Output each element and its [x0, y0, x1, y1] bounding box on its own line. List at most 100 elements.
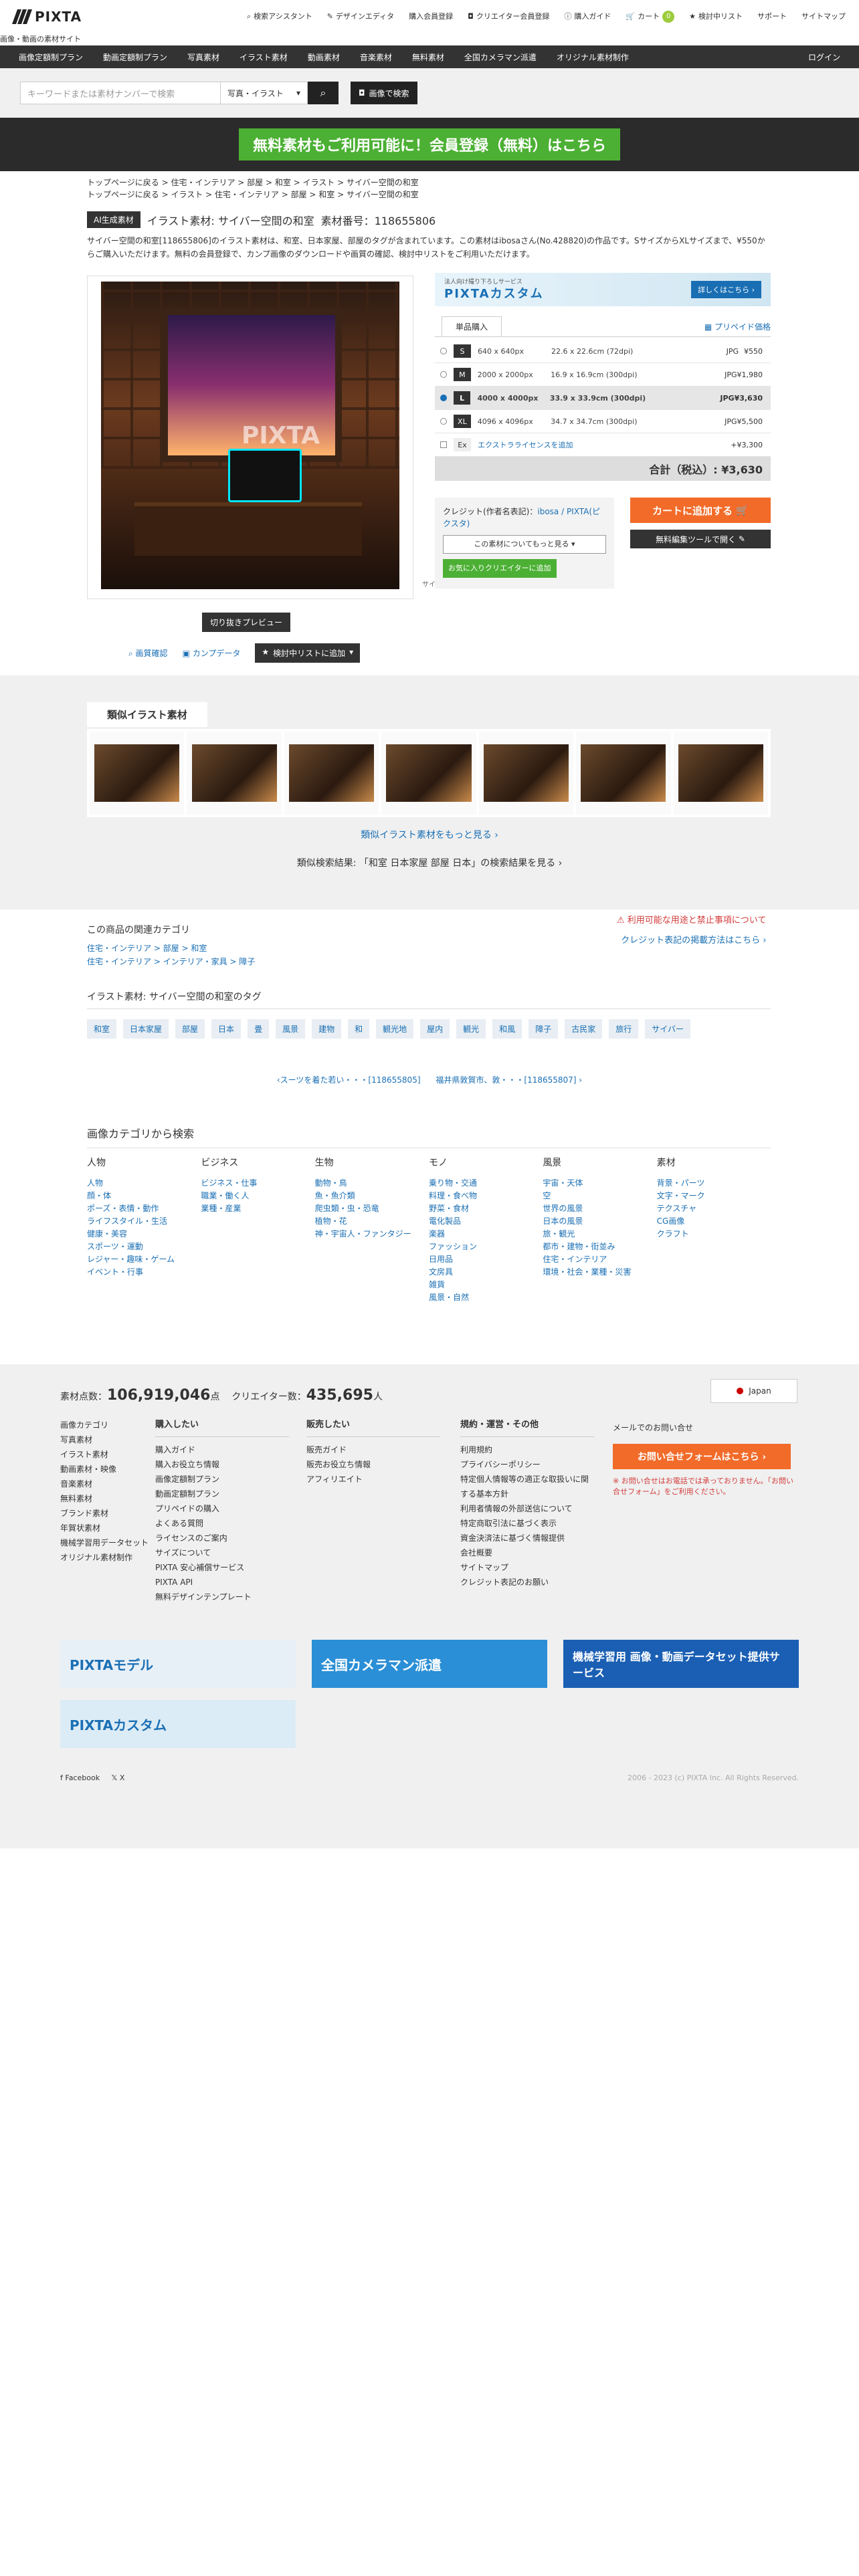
footer-link[interactable]: アフィリエイト	[306, 1472, 440, 1487]
footer-link[interactable]: プリペイドの購入	[155, 1501, 289, 1516]
category-link[interactable]: 神・宇宙人・ファンタジー	[315, 1228, 429, 1241]
topnav-item[interactable]: ⓘ 購入ガイド	[564, 12, 611, 21]
breadcrumb-line[interactable]: トップページに戻る > 住宅・インテリア > 部屋 > 和室 > イラスト > …	[87, 177, 419, 189]
extra-license-checkbox[interactable]	[440, 441, 447, 448]
search-button[interactable]: ⌕	[308, 82, 339, 104]
footer-link[interactable]: サイズについて	[155, 1545, 289, 1560]
similar-thumbnail[interactable]	[381, 732, 476, 815]
image-search-button[interactable]: ◘ 画像で検索	[351, 82, 417, 104]
tab-single-purchase[interactable]: 単品購入	[442, 316, 502, 336]
footer-link[interactable]: 特定商取引法に基づく表示	[460, 1516, 594, 1531]
login-link[interactable]: ログイン	[808, 51, 840, 63]
category-link[interactable]: 料理・食べ物	[429, 1190, 543, 1202]
crop-preview-button[interactable]: 切り抜きプレビュー	[202, 613, 291, 632]
tag-chip[interactable]: 観光	[456, 1019, 486, 1039]
main-nav-item[interactable]: 写真素材	[187, 51, 219, 63]
tag-chip[interactable]: 和室	[87, 1019, 117, 1039]
credit-howto-link[interactable]: クレジット表記の掲載方法はこちら ›	[621, 936, 766, 946]
category-link[interactable]: 背景・パーツ	[657, 1177, 771, 1190]
tag-chip[interactable]: 古民家	[565, 1019, 603, 1039]
x-link[interactable]: 𝕏 X	[112, 1774, 125, 1782]
category-link[interactable]: 住宅・インテリア	[543, 1253, 656, 1266]
open-editor-button[interactable]: 無料編集ツールで開く ✎	[630, 530, 771, 548]
category-link[interactable]: ポーズ・表情・動作	[87, 1202, 201, 1215]
size-radio[interactable]	[440, 348, 447, 354]
footer-link[interactable]: 無料素材	[60, 1491, 149, 1506]
tag-chip[interactable]: 風景	[276, 1019, 306, 1039]
category-link[interactable]: クラフト	[657, 1228, 771, 1241]
category-link[interactable]: 業種・産業	[201, 1202, 314, 1215]
category-link[interactable]: 都市・建物・街並み	[543, 1241, 656, 1253]
size-radio[interactable]	[440, 395, 447, 401]
main-nav-item[interactable]: オリジナル素材制作	[557, 51, 629, 63]
category-link[interactable]: 環境・社会・業種・災害	[543, 1266, 656, 1279]
add-to-list-button[interactable]: ★ 検討中リストに追加 ▾	[255, 643, 361, 663]
search-input[interactable]: キーワードまたは素材ナンバーで検索	[20, 82, 221, 104]
category-link[interactable]: 文字・マーク	[657, 1190, 771, 1202]
language-selector[interactable]: Japan	[710, 1379, 797, 1403]
signup-banner-button[interactable]: 無料素材もご利用可能に！会員登録（無料）はこちら	[239, 128, 620, 160]
ad-pixta-custom[interactable]: PIXTAカスタム	[60, 1700, 296, 1748]
category-link[interactable]: テクスチャ	[657, 1202, 771, 1215]
footer-link[interactable]: オリジナル素材制作	[60, 1550, 149, 1565]
category-link[interactable]: 楽器	[429, 1228, 543, 1241]
category-link[interactable]: 風景・自然	[429, 1291, 543, 1304]
related-link[interactable]: 住宅・インテリア > インテリア・家具 > 障子	[87, 957, 255, 966]
main-nav-item[interactable]: 音楽素材	[360, 51, 392, 63]
topnav-item[interactable]: 購入会員登録	[409, 12, 453, 21]
footer-link[interactable]: PIXTA API	[155, 1575, 289, 1590]
ad-cameraman[interactable]: 全国カメラマン派遣	[312, 1640, 547, 1688]
related-link[interactable]: 住宅・インテリア > 部屋 > 和室	[87, 944, 207, 953]
tag-chip[interactable]: 障子	[529, 1019, 559, 1039]
footer-link[interactable]: 無料デザインテンプレート	[155, 1590, 289, 1604]
favorite-creator-button[interactable]: お気に入りクリエイターに追加	[443, 559, 557, 578]
topnav-item[interactable]: サポート	[757, 12, 787, 21]
main-nav-item[interactable]: 画像定額制プラン	[19, 51, 83, 63]
tag-chip[interactable]: 建物	[312, 1019, 342, 1039]
similar-search-link[interactable]: 類似検索結果: 「和室 日本家屋 部屋 日本」の検索結果を見る ›	[0, 856, 859, 869]
footer-link[interactable]: 特定個人情報等の適正な取扱いに関する基本方針	[460, 1472, 594, 1501]
quality-check-link[interactable]: ⌕ 画質確認	[128, 647, 168, 659]
category-link[interactable]: CG画像	[657, 1215, 771, 1228]
more-about-item-button[interactable]: この素材についてもっと見る ▾	[443, 535, 606, 554]
tag-chip[interactable]: サイバー	[645, 1019, 690, 1039]
promo-cta-button[interactable]: 詳しくはこちら ›	[691, 281, 761, 298]
similar-more-link[interactable]: 類似イラスト素材をもっと見る ›	[0, 828, 859, 841]
topnav-item[interactable]: 🛒 カート 0	[626, 11, 675, 23]
category-link[interactable]: 野菜・食材	[429, 1202, 543, 1215]
facebook-link[interactable]: f Facebook	[60, 1774, 100, 1782]
contact-form-button[interactable]: お問い合せフォームはこちら ›	[613, 1444, 791, 1469]
footer-link[interactable]: 販売ガイド	[306, 1442, 440, 1457]
prepaid-price-link[interactable]: ▦ プリペイド価格	[704, 321, 771, 332]
tag-chip[interactable]: 旅行	[609, 1019, 639, 1039]
similar-thumbnail[interactable]	[576, 732, 671, 815]
category-link[interactable]: 雑貨	[429, 1279, 543, 1291]
footer-link[interactable]: 利用規約	[460, 1442, 594, 1457]
category-link[interactable]: スポーツ・運動	[87, 1241, 201, 1253]
category-link[interactable]: イベント・行事	[87, 1266, 201, 1279]
category-link[interactable]: 空	[543, 1190, 656, 1202]
category-link[interactable]: レジャー・趣味・ゲーム	[87, 1253, 201, 1266]
main-image[interactable]: PIXTA	[101, 282, 399, 589]
similar-thumbnail[interactable]	[284, 732, 379, 815]
category-link[interactable]: 日用品	[429, 1253, 543, 1266]
footer-link[interactable]: 購入ガイド	[155, 1442, 289, 1457]
footer-link[interactable]: 年賀状素材	[60, 1521, 149, 1535]
category-link[interactable]: 爬虫類・虫・恐竜	[315, 1202, 429, 1215]
category-link[interactable]: ファッション	[429, 1241, 543, 1253]
footer-link[interactable]: 販売お役立ち情報	[306, 1457, 440, 1472]
ad-pixta-model[interactable]: PIXTAモデル	[60, 1640, 296, 1688]
footer-link[interactable]: イラスト素材	[60, 1447, 149, 1462]
category-link[interactable]: 旅・観光	[543, 1228, 656, 1241]
category-link[interactable]: 植物・花	[315, 1215, 429, 1228]
similar-thumbnail[interactable]	[90, 732, 185, 815]
main-nav-item[interactable]: 無料素材	[412, 51, 444, 63]
footer-link[interactable]: ブランド素材	[60, 1506, 149, 1521]
main-nav-item[interactable]: 動画素材	[308, 51, 340, 63]
category-link[interactable]: ビジネス・仕事	[201, 1177, 314, 1190]
breadcrumb-line[interactable]: トップページに戻る > イラスト > 住宅・インテリア > 部屋 > 和室 > …	[87, 189, 419, 201]
footer-link[interactable]: 動画素材・映像	[60, 1462, 149, 1477]
footer-link[interactable]: ライセンスのご案内	[155, 1531, 289, 1545]
category-link[interactable]: 日本の風景	[543, 1215, 656, 1228]
category-link[interactable]: 動物・鳥	[315, 1177, 429, 1190]
